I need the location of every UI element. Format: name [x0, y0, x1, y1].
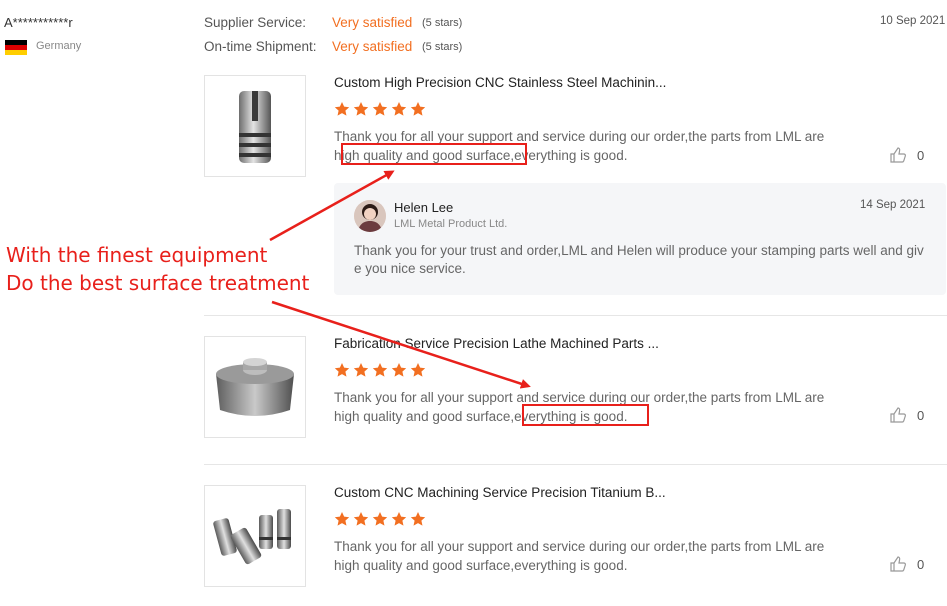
annotation-line-2: Do the best surface treatment: [6, 271, 310, 295]
star-icon: [410, 363, 426, 377]
like-button[interactable]: 0: [889, 146, 924, 164]
star-icon: [353, 102, 369, 116]
cnc-part-image: [239, 91, 271, 163]
star-icon: [391, 102, 407, 116]
product-rating-stars: [334, 101, 426, 119]
product-title[interactable]: Custom CNC Machining Service Precision T…: [334, 485, 666, 500]
thumbs-up-icon: [890, 556, 906, 572]
star-icon: [372, 102, 388, 116]
product-thumbnail[interactable]: [204, 75, 306, 177]
star-icon: [353, 512, 369, 526]
product-rating-stars: [334, 511, 426, 529]
star-icon: [410, 512, 426, 526]
product-title[interactable]: Fabrication Service Precision Lathe Mach…: [334, 336, 659, 351]
star-icon: [372, 512, 388, 526]
annotation-line-1: With the finest equipment: [6, 243, 268, 267]
seller-reply: Helen Lee LML Metal Product Ltd. 14 Sep …: [334, 183, 946, 295]
like-button[interactable]: 0: [889, 406, 924, 424]
like-count: 0: [917, 147, 925, 163]
star-icon: [410, 102, 426, 116]
highlight-box: [341, 143, 527, 165]
seller-name: Helen Lee: [394, 200, 454, 215]
star-icon: [334, 512, 350, 526]
seller-avatar: [354, 200, 386, 232]
like-count: 0: [917, 407, 925, 423]
star-icon: [334, 102, 350, 116]
like-count: 0: [917, 556, 925, 572]
seller-company: LML Metal Product Ltd.: [394, 218, 508, 230]
review-date: 10 Sep 2021: [880, 15, 946, 27]
reply-text: Thank you for your trust and order,LML a…: [354, 243, 924, 276]
shipment-value: Very satisfied: [332, 39, 413, 54]
reply-date: 14 Sep 2021: [860, 199, 926, 211]
product-thumbnail[interactable]: [204, 336, 306, 438]
shipment-stars: (5 stars): [422, 41, 463, 53]
supplier-service-stars: (5 stars): [422, 17, 463, 29]
thumbs-up-icon: [890, 407, 906, 423]
germany-flag-icon: [5, 40, 27, 55]
star-icon: [372, 363, 388, 377]
star-icon: [391, 512, 407, 526]
product-thumbnail[interactable]: [204, 485, 306, 587]
divider: [204, 464, 947, 465]
supplier-service-label: Supplier Service:: [204, 15, 307, 30]
divider: [204, 315, 947, 316]
reviewer-name: A***********r: [4, 15, 73, 30]
thumbs-up-icon: [890, 147, 906, 163]
supplier-service-value: Very satisfied: [332, 15, 413, 30]
annotation-arrows: [269, 170, 531, 389]
highlight-box: [522, 404, 649, 426]
like-button[interactable]: 0: [889, 555, 924, 573]
product-rating-stars: [334, 362, 426, 380]
titanium-parts-image: [213, 509, 291, 565]
star-icon: [353, 363, 369, 377]
review-text: Thank you for all your support and servi…: [334, 539, 825, 573]
reviewer-country: Germany: [36, 40, 82, 52]
product-title[interactable]: Custom High Precision CNC Stainless Stee…: [334, 75, 666, 90]
shipment-label: On-time Shipment:: [204, 39, 317, 54]
star-icon: [391, 363, 407, 377]
star-icon: [334, 363, 350, 377]
lathe-part-image: [216, 358, 294, 416]
